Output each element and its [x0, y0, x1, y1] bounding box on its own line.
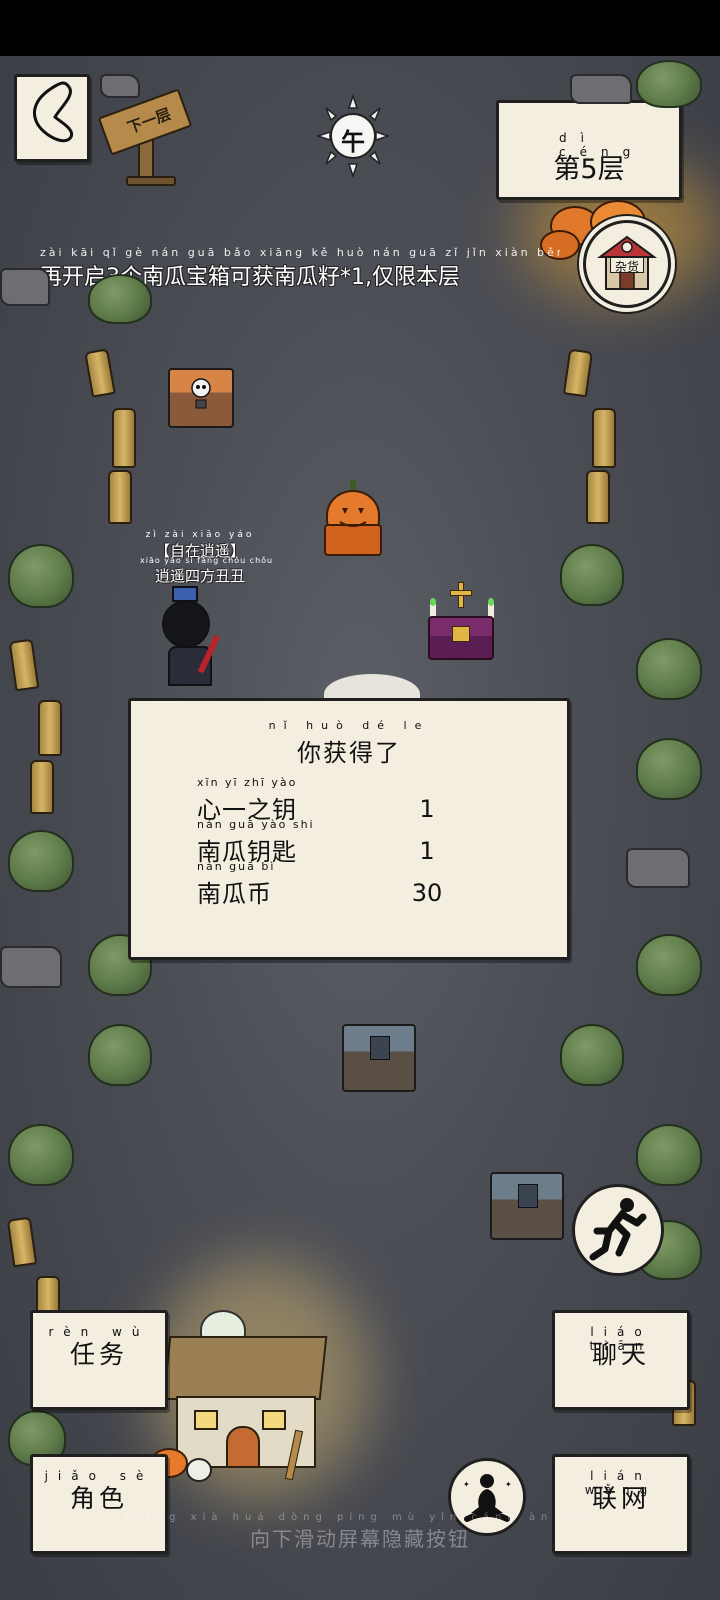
- chat-button-label: 聊天: [591, 1340, 650, 1369]
- swipe-hint: xiàng xià huá dòng píng mù yǐn cáng àn n…: [0, 1512, 720, 1552]
- reward-item-quantity: 30: [411, 879, 443, 907]
- character-button-label: 角色: [69, 1484, 128, 1513]
- tasks-button[interactable]: rèn wù 任务: [30, 1310, 168, 1410]
- player-title-pinyin: zì zài xiāo yáo: [145, 530, 255, 540]
- rock: [570, 74, 632, 104]
- reward-item-quantity: 1: [419, 795, 435, 823]
- pumpkin-treasure-chest[interactable]: [322, 480, 384, 566]
- bush: [636, 738, 702, 800]
- floor-label: 第5层: [553, 154, 625, 185]
- status-bar: [0, 0, 720, 56]
- bush: [636, 934, 702, 996]
- rock: [0, 268, 50, 306]
- skull-icon: [191, 378, 211, 409]
- reward-item-name: nán guā bì 南瓜币: [197, 860, 273, 909]
- floor-indicator: dì céng 第5层: [496, 100, 682, 200]
- reward-item-pinyin: nán guā bì: [197, 860, 276, 873]
- bush: [560, 544, 624, 606]
- wooden-post: [30, 760, 54, 814]
- rock: [0, 946, 62, 988]
- banner-pinyin: zài kāi qǐ gè nán guā bǎo xiāng kě huò n…: [40, 246, 560, 259]
- bush: [88, 274, 152, 324]
- shop-label: 杂货: [610, 257, 644, 274]
- back-arrow-icon: [33, 81, 74, 143]
- chat-button[interactable]: liáo tiān 聊天: [552, 1310, 690, 1410]
- sprint-button[interactable]: [572, 1184, 664, 1276]
- game-screen: 下一层 午 dì céng 第5层 杂货 zài kāi qǐ gè nán g…: [0, 0, 720, 1600]
- bush: [8, 1124, 74, 1186]
- wooden-post: [38, 700, 62, 756]
- svg-text:✦: ✦: [463, 1480, 470, 1489]
- bush: [636, 60, 702, 108]
- player-name-pinyin: xiāo yáo sì fāng chǒu chǒu: [140, 556, 274, 565]
- rock: [100, 74, 140, 98]
- jack-o-lantern-icon: [339, 508, 367, 527]
- time-label: 午: [341, 128, 365, 156]
- reward-title: 你获得了: [297, 739, 401, 767]
- bush: [8, 544, 74, 608]
- time-of-day-badge: 午: [315, 93, 391, 179]
- stone-treasure-chest[interactable]: [490, 1172, 564, 1240]
- tasks-button-label: 任务: [69, 1340, 128, 1369]
- reward-title-pinyin: nǐ huò dé le: [268, 719, 430, 732]
- wooden-post: [112, 408, 136, 468]
- reward-item-name-text: 南瓜币: [197, 880, 272, 908]
- reward-item-row: nán guā bì 南瓜币 30: [197, 860, 457, 913]
- online-button-label: 联网: [591, 1484, 650, 1513]
- reward-dialog: nǐ huò dé le 你获得了 xīn yī zhī yào 心一之钥 1 n…: [128, 698, 570, 960]
- reward-item-quantity: 1: [419, 837, 435, 865]
- haunted-house[interactable]: [150, 1310, 340, 1490]
- general-store-button[interactable]: 杂货: [583, 220, 671, 308]
- wooden-post: [592, 408, 616, 468]
- stone-treasure-chest[interactable]: [342, 1024, 416, 1092]
- swipe-hint-pinyin: xiàng xià huá dòng píng mù yǐn cáng àn n…: [123, 1512, 597, 1523]
- reward-item-pinyin: nán guā yào shi: [197, 818, 315, 831]
- skull-treasure-chest[interactable]: [168, 368, 234, 428]
- wooden-post: [108, 470, 132, 524]
- wooden-post: [586, 470, 610, 524]
- purple-cross-treasure-chest[interactable]: [424, 582, 500, 668]
- swipe-hint-text: 向下滑动屏幕隐藏按钮: [250, 1527, 470, 1551]
- running-man-icon: [589, 1198, 647, 1261]
- rock: [626, 848, 690, 888]
- bush: [560, 1024, 624, 1086]
- svg-text:✦: ✦: [505, 1480, 512, 1489]
- next-floor-signpost[interactable]: 下一层: [97, 88, 196, 192]
- bush: [636, 1124, 702, 1186]
- bush: [88, 1024, 152, 1086]
- player-name: xiāo yáo sì fāng chǒu chǒu 逍遥四方丑丑: [140, 556, 274, 586]
- player-name-text: 逍遥四方丑丑: [154, 567, 245, 585]
- reward-item-pinyin: xīn yī zhī yào: [197, 776, 298, 789]
- bush: [636, 638, 702, 700]
- back-button[interactable]: [14, 74, 90, 162]
- bush: [8, 830, 74, 892]
- player-character[interactable]: [152, 586, 228, 686]
